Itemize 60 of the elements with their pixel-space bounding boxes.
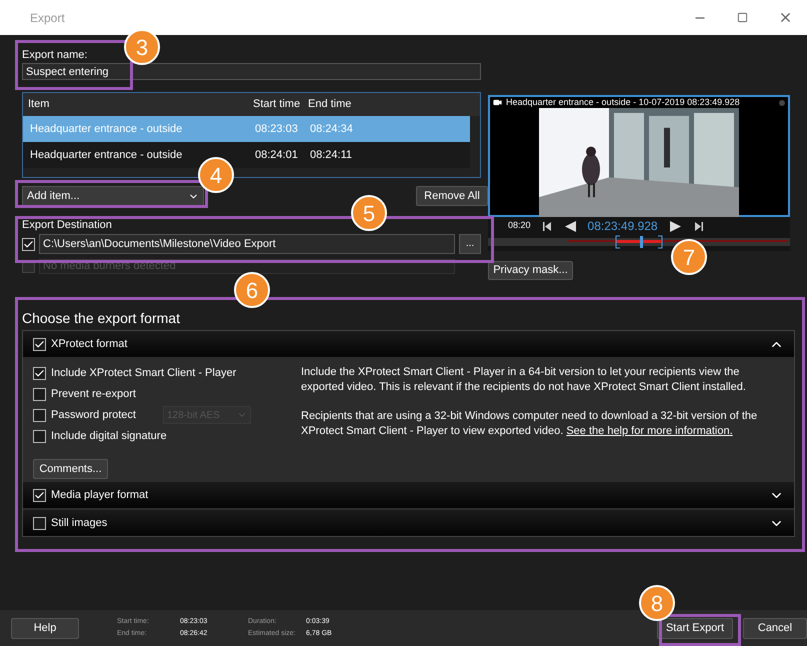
section-label: Media player format <box>51 488 148 503</box>
option-label: Include digital signature <box>51 428 167 444</box>
camera-icon <box>493 98 502 107</box>
maximize-icon[interactable] <box>737 12 748 23</box>
option-label: Include XProtect Smart Client - Player <box>51 366 236 381</box>
callout-number: 5 <box>351 195 387 231</box>
help-link[interactable]: See the help for more information. <box>566 425 733 437</box>
checkbox[interactable] <box>33 408 46 422</box>
start-export-button[interactable]: Start Export <box>657 618 733 638</box>
format-section-header[interactable]: Media player format <box>23 482 794 508</box>
description-text: Include the XProtect Smart Client - Player in a 64-bit version to let your recipients view the exported video. This is relevant if the recipients do not have XProtect Smart Client installed. <box>301 365 747 395</box>
table-cell-text: Headquarter entrance - outside <box>30 122 184 137</box>
callout-number: 7 <box>671 239 707 275</box>
section-label: XProtect format <box>51 336 128 352</box>
column-header: Start time <box>253 97 302 112</box>
format-section-header[interactable]: XProtect format <box>23 331 794 357</box>
add-item-dropdown[interactable]: Add item... <box>22 186 204 206</box>
skip-forward-icon[interactable] <box>692 222 703 230</box>
description-text: Recipients that are using a 32-bit Windows computer need to download a 32-bit version of the XProtect Smart Client - Player to view exported video. See the help for more information. <box>301 409 758 439</box>
destination-path-field[interactable]: C:\Users\an\Documents\Milestone\Video Export <box>39 234 455 254</box>
column-header: Item <box>28 97 50 112</box>
help-button[interactable]: Help <box>11 618 79 638</box>
checkbox[interactable] <box>33 516 46 530</box>
table-cell-text: 08:23:03 <box>255 122 299 137</box>
export-name-label: Export name: <box>22 48 88 61</box>
remove-all-button[interactable]: Remove All <box>416 186 488 206</box>
export-name-field[interactable]: Suspect entering <box>22 63 481 80</box>
column-header: End time <box>308 97 352 112</box>
table-cell-text: 08:24:11 <box>310 148 352 163</box>
close-icon[interactable] <box>778 10 793 25</box>
play-reverse-icon[interactable] <box>564 220 576 232</box>
checkbox[interactable] <box>33 338 46 350</box>
skip-back-icon[interactable] <box>542 222 553 230</box>
privacy-mask-button[interactable]: Privacy mask... <box>488 261 573 280</box>
window-title: Export <box>30 10 65 26</box>
table-cell-text: Headquarter entrance - outside <box>30 148 184 163</box>
cancel-button[interactable]: Cancel <box>743 618 807 638</box>
checkbox[interactable] <box>33 366 46 380</box>
playback-time: 08:23:49.928 <box>588 218 658 235</box>
table-cell-text: 08:24:01 <box>255 148 299 163</box>
video-title: Headquarter entrance - outside - 10-07-2019 08:23:49.928 <box>506 97 740 108</box>
table-cell-text: 08:24:34 <box>310 122 353 137</box>
checkbox[interactable] <box>33 388 46 400</box>
browse-button[interactable]: ... <box>459 234 481 254</box>
table-row[interactable]: Headquarter entrance - outside 08:24:01 08:24:11 <box>23 142 470 168</box>
checkbox[interactable] <box>33 430 46 442</box>
timeline-tick: 08:20 <box>508 219 531 232</box>
option-label: Password protect <box>51 408 137 423</box>
callout-number: 8 <box>639 585 675 621</box>
format-section-header[interactable]: Still images <box>23 510 794 536</box>
format-heading: Choose the export format <box>22 309 181 326</box>
comments-button[interactable]: Comments... <box>33 459 108 479</box>
section-label: Still images <box>51 516 108 531</box>
option-label: Prevent re-export <box>51 386 136 402</box>
play-icon[interactable] <box>670 220 681 232</box>
checkbox[interactable] <box>33 488 46 502</box>
callout-number: 6 <box>234 272 270 308</box>
checkbox[interactable] <box>22 238 35 250</box>
export-destination-label: Export Destination <box>22 218 113 231</box>
timeline-drawing[interactable] <box>488 235 790 249</box>
